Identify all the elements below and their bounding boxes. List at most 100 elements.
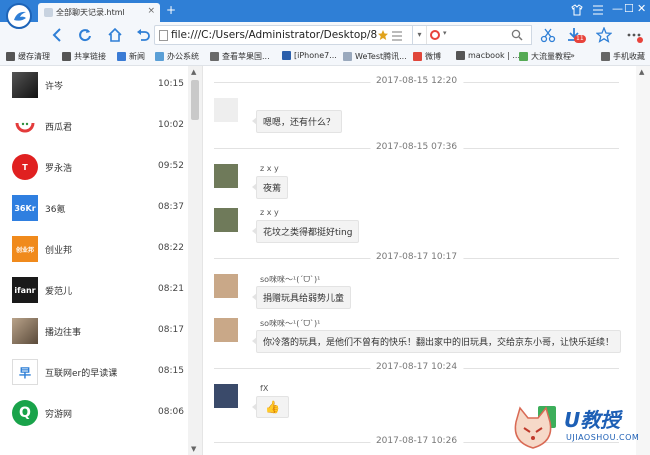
page-icon (159, 30, 168, 41)
search-engine-icon[interactable] (430, 30, 440, 40)
contact-item[interactable]: 播边往事 08:17 (0, 312, 188, 353)
contact-name: 西瓜君 (45, 123, 73, 133)
message-avatar[interactable] (214, 384, 238, 408)
bookmark-page-icon (519, 52, 528, 61)
chat-scrollbar[interactable]: ▲ (636, 66, 650, 455)
contact-item[interactable]: Q 穷游网 08:06 (0, 394, 188, 435)
search-engine-dropdown-icon[interactable]: ▾ (443, 29, 447, 37)
new-tab-button[interactable]: + (166, 3, 176, 17)
favorites-button[interactable] (595, 26, 613, 43)
chat-message: so咪咪～¹(ˊᗜˋ)¹ 捐赠玩具给弱势儿童 (214, 274, 624, 312)
scissors-icon (540, 28, 556, 43)
message-avatar[interactable] (214, 98, 238, 122)
contact-name: 穷游网 (45, 410, 73, 420)
undo-button[interactable] (134, 27, 152, 43)
timestamp-text: 2017-08-15 07:36 (369, 142, 464, 152)
contact-name: 罗永浩 (45, 164, 73, 174)
message-bubble: 捐赠玩具给弱势儿童 (251, 286, 352, 309)
home-button[interactable] (106, 27, 124, 43)
message-avatar[interactable] (214, 208, 238, 232)
contact-item[interactable]: 西瓜君 10:02 (0, 107, 188, 148)
contact-item[interactable]: 36Kr 36氪 08:37 (0, 189, 188, 230)
scroll-up-icon[interactable]: ▲ (191, 68, 196, 76)
contact-name: 创业邦 (45, 246, 73, 256)
scrollbar-thumb[interactable] (191, 80, 199, 120)
contact-item[interactable]: 早 互联网er的早读课 08:15 (0, 353, 188, 394)
bookmark-list-icon[interactable] (391, 30, 403, 42)
address-dropdown-icon[interactable]: ▾ (413, 26, 427, 44)
contact-item[interactable]: ifanr 爱范儿 08:21 (0, 271, 188, 312)
navigation-bar: file:///C:/Users/Administrator/Desktop/8… (0, 22, 650, 48)
weibo-icon (413, 52, 422, 61)
refresh-button[interactable] (76, 27, 94, 43)
bookmarks-bar: 缓存清理 共享链接 新闻 办公系统 查看苹果国... [iPhone7... W… (0, 48, 650, 66)
page-favicon-icon (44, 8, 53, 17)
bookmark-item[interactable]: [iPhone7... (282, 51, 337, 60)
shirt-icon[interactable] (571, 4, 583, 16)
timestamp-divider: 2017-08-17 10:24 (214, 362, 619, 374)
contact-name: 互联网er的早读课 (45, 369, 118, 379)
contact-time: 10:15 (158, 79, 184, 89)
contact-time: 10:02 (158, 120, 184, 130)
bookmarks-more-button[interactable]: » (570, 51, 575, 60)
bookmark-item[interactable]: macbook | ... (456, 51, 520, 60)
message-avatar[interactable] (214, 274, 238, 298)
contact-item[interactable]: 创业邦 创业邦 08:22 (0, 230, 188, 271)
tab-strip: 全部聊天记录.html × + — ☐ ✕ (0, 0, 650, 29)
download-button[interactable]: 11 (566, 27, 586, 45)
contact-avatar-mark: T (22, 162, 28, 172)
address-bar[interactable]: file:///C:/Users/Administrator/Desktop/8 (154, 25, 414, 45)
tab-active[interactable]: 全部聊天记录.html × (38, 3, 160, 22)
bookmark-page-icon (343, 52, 352, 61)
contact-item[interactable]: 许岑 10:15 (0, 66, 188, 107)
contact-avatar: Q (12, 400, 38, 426)
search-icon[interactable] (511, 29, 523, 41)
star-icon[interactable] (377, 29, 389, 41)
address-url[interactable]: file:///C:/Users/Administrator/Desktop/8 (171, 29, 403, 41)
minimize-button[interactable]: — (612, 2, 623, 16)
contact-time: 08:37 (158, 202, 184, 212)
contact-name: 36氪 (45, 205, 66, 215)
bookmark-item[interactable]: 缓存清理 (6, 51, 50, 62)
scissors-button[interactable] (540, 27, 556, 43)
contact-item[interactable]: T 罗永浩 09:52 (0, 148, 188, 189)
bookmark-item[interactable]: 办公系统 (155, 51, 199, 62)
bookmark-item[interactable]: 微博 (413, 51, 441, 62)
contact-time: 09:52 (158, 161, 184, 171)
bookmark-item[interactable]: 查看苹果国... (210, 51, 270, 62)
bookmark-item[interactable]: 大流量教程 (519, 51, 571, 62)
bookmark-item[interactable]: 手机收藏 (601, 51, 645, 62)
watermark-logo: U教授 UJIAOSHOU.COM (506, 400, 650, 455)
chat-message: so咪咪～¹(ˊᗜˋ)¹ 你冷落的玩具，是他们不曾有的快乐！翻出家中的旧玩具，交给… (214, 318, 624, 356)
search-box[interactable]: ▾ ▾ (412, 25, 532, 45)
maximize-button[interactable]: ☐ (624, 2, 634, 16)
contact-name: 许岑 (45, 82, 64, 92)
message-avatar[interactable] (214, 164, 238, 188)
tab-close-icon[interactable]: × (147, 6, 155, 16)
watermark-title: U教授 (564, 408, 621, 432)
more-menu-button[interactable] (626, 27, 644, 43)
menu-icon[interactable] (592, 4, 604, 16)
bookmark-item[interactable]: 新闻 (117, 51, 145, 62)
bookmark-page-icon (155, 52, 164, 61)
chat-message: z x y 夜蔫 (214, 164, 624, 202)
close-window-button[interactable]: ✕ (637, 2, 646, 16)
bookmark-item[interactable]: 共享链接 (62, 51, 106, 62)
message-avatar[interactable] (214, 318, 238, 342)
refresh-icon (79, 29, 91, 42)
back-button[interactable] (48, 27, 66, 43)
message-sender: fX (260, 384, 269, 393)
contact-list-scrollbar[interactable]: ▲ ▼ (188, 66, 202, 455)
cat-mascot-icon (514, 406, 556, 449)
scroll-up-icon[interactable]: ▲ (639, 68, 644, 76)
watermark-url: UJIAOSHOU.COM (566, 433, 640, 442)
contact-avatar: T (12, 154, 38, 180)
contact-time: 08:21 (158, 284, 184, 294)
contact-avatar: 早 (12, 359, 38, 385)
bookmark-folder-icon (62, 52, 71, 61)
scroll-down-icon[interactable]: ▼ (191, 445, 196, 453)
message-bubble: 嗯嗯，还有什么？ (251, 110, 343, 133)
contact-time: 08:15 (158, 366, 184, 376)
bookmark-item[interactable]: WeTest腾讯... (343, 51, 407, 62)
contact-list: 许岑 10:15 西瓜君 10:02 T 罗永浩 09:52 36Kr 36氪 08:37 创业邦创… (0, 66, 203, 455)
